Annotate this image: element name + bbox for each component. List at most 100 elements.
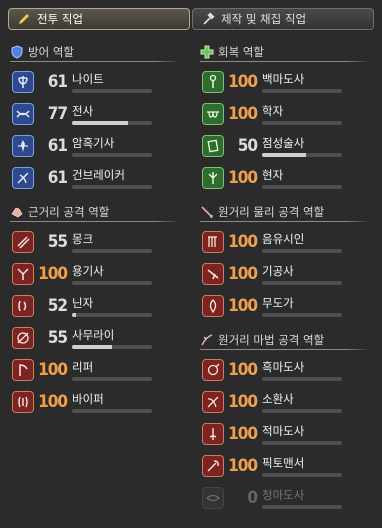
scholar-job-icon — [202, 103, 224, 125]
section-header: 원거리 물리 공격 역할 — [200, 204, 375, 220]
bow-arrow-icon — [200, 205, 214, 219]
job-row[interactable]: 55 몽크 — [10, 226, 185, 258]
job-level: 100 — [228, 72, 258, 92]
job-name: 리퍼 — [72, 359, 94, 374]
warrior-job-icon — [12, 103, 34, 125]
job-level: 55 — [47, 328, 68, 348]
melee-fist-icon — [10, 205, 24, 219]
job-name: 몽크 — [72, 231, 94, 246]
job-row[interactable]: 100 음유시인 — [200, 226, 375, 258]
exp-bar — [262, 408, 342, 413]
exp-bar — [262, 184, 342, 189]
exp-bar — [72, 312, 152, 317]
exp-bar — [72, 280, 152, 285]
shield-icon — [10, 45, 24, 59]
job-row[interactable]: 100 학자 — [200, 98, 375, 130]
job-row[interactable]: 100 적마도사 — [200, 418, 375, 450]
job-row[interactable]: 100 기공사 — [200, 258, 375, 290]
section-divider — [200, 221, 370, 222]
job-name: 암흑기사 — [72, 135, 115, 150]
section-title: 원거리 마법 공격 역할 — [218, 333, 325, 347]
exp-bar — [262, 88, 342, 93]
job-row[interactable]: 52 닌자 — [10, 290, 185, 322]
job-row[interactable]: 100 바이퍼 — [10, 386, 185, 418]
job-row[interactable]: 50 점성술사 — [200, 130, 375, 162]
white-mage-job-icon — [202, 71, 224, 93]
exp-bar — [72, 88, 152, 93]
red-mage-job-icon — [202, 423, 224, 445]
job-row[interactable]: 61 암흑기사 — [10, 130, 185, 162]
job-row[interactable]: 100 소환사 — [200, 386, 375, 418]
job-row[interactable]: 61 나이트 — [10, 66, 185, 98]
job-name: 용기사 — [72, 263, 104, 278]
exp-bar — [72, 248, 152, 253]
job-level: 100 — [228, 296, 258, 316]
job-name: 사무라이 — [72, 327, 115, 342]
job-name: 음유시인 — [262, 231, 305, 246]
exp-bar — [262, 152, 342, 157]
job-name: 점성술사 — [262, 135, 305, 150]
tab-crafting-gathering-jobs[interactable]: 제작 및 채집 직업 — [192, 8, 374, 30]
job-row[interactable]: 100 용기사 — [10, 258, 185, 290]
job-row[interactable]: 61 건브레이커 — [10, 162, 185, 194]
job-row[interactable]: 55 사무라이 — [10, 322, 185, 354]
job-level: 55 — [47, 232, 68, 252]
job-level: 0 — [247, 488, 258, 508]
dancer-job-icon — [202, 295, 224, 317]
job-level: 100 — [228, 264, 258, 284]
exp-bar — [72, 376, 152, 381]
job-row[interactable]: 100 무도가 — [200, 290, 375, 322]
job-level: 100 — [228, 424, 258, 444]
job-name: 전사 — [72, 103, 94, 118]
section-ranged-physical: 원거리 물리 공격 역할 100 음유시인 100 기공사 100 무도가 — [200, 204, 375, 322]
job-name: 소환사 — [262, 391, 294, 406]
job-row[interactable]: 100 현자 — [200, 162, 375, 194]
section-title: 회복 역할 — [218, 45, 264, 59]
section-header: 방어 역할 — [10, 44, 185, 60]
viper-job-icon — [12, 391, 34, 413]
job-name: 바이퍼 — [72, 391, 104, 406]
black-mage-job-icon — [202, 359, 224, 381]
job-name: 백마도사 — [262, 71, 305, 86]
sage-job-icon — [202, 167, 224, 189]
tab-label: 제작 및 채집 직업 — [221, 12, 307, 26]
job-name: 청마도사 — [262, 487, 305, 502]
exp-bar — [262, 120, 342, 125]
job-level: 100 — [228, 360, 258, 380]
job-row[interactable]: 100 리퍼 — [10, 354, 185, 386]
job-level: 50 — [237, 136, 258, 156]
paladin-job-icon — [12, 71, 34, 93]
job-row[interactable]: 100 백마도사 — [200, 66, 375, 98]
exp-bar — [72, 184, 152, 189]
job-row[interactable]: 0 청마도사 — [200, 482, 375, 514]
section-header: 회복 역할 — [200, 44, 375, 60]
bard-job-icon — [202, 231, 224, 253]
job-level: 100 — [38, 264, 68, 284]
healer-cross-icon — [200, 45, 214, 59]
tab-combat-jobs[interactable]: 전투 직업 — [8, 8, 190, 30]
job-name: 현자 — [262, 167, 284, 182]
exp-bar — [72, 152, 152, 157]
section-divider — [10, 221, 180, 222]
job-name: 학자 — [262, 103, 284, 118]
job-name: 나이트 — [72, 71, 104, 86]
gunbreaker-job-icon — [12, 167, 34, 189]
job-row[interactable]: 77 전사 — [10, 98, 185, 130]
job-level: 100 — [228, 104, 258, 124]
exp-bar — [72, 408, 152, 413]
job-row[interactable]: 100 흑마도사 — [200, 354, 375, 386]
job-level: 100 — [38, 360, 68, 380]
section-divider — [200, 61, 370, 62]
summoner-job-icon — [202, 391, 224, 413]
ninja-job-icon — [12, 295, 34, 317]
section-title: 원거리 물리 공격 역할 — [218, 205, 325, 219]
job-level: 100 — [228, 232, 258, 252]
dragoon-job-icon — [12, 263, 34, 285]
exp-bar — [262, 472, 342, 477]
section-divider — [10, 61, 180, 62]
job-level: 52 — [47, 296, 68, 316]
job-row[interactable]: 100 픽토맨서 — [200, 450, 375, 482]
section-header: 근거리 공격 역할 — [10, 204, 185, 220]
job-level: 100 — [228, 456, 258, 476]
astrologian-job-icon — [202, 135, 224, 157]
